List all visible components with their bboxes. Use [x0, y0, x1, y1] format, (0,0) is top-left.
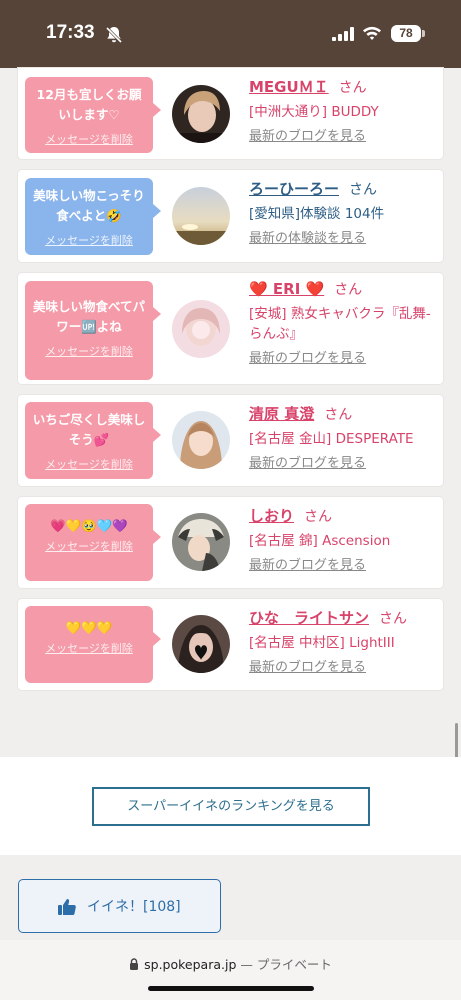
home-indicator — [148, 986, 314, 991]
member-info: しおり さん [名古屋 錦] Ascension 最新のブログを見る — [249, 506, 439, 573]
message-text: 美味しい物こっそり食べよと🤣 — [33, 188, 145, 223]
shop-label: [名古屋 金山] DESPERATE — [249, 431, 414, 447]
member-name-link[interactable]: ろーひーろー — [249, 180, 339, 198]
shop-label: [名古屋 錦] Ascension — [249, 533, 391, 549]
message-card: 美味しい物こっそり食べよと🤣 メッセージを削除 ろーひーろー さん [愛知県]体験… — [18, 170, 443, 262]
member-name-link[interactable]: ひな ライトサン — [249, 609, 369, 627]
message-card: 💛💛💛 メッセージを削除 ひな ライトサン さん [名古屋 中村区] LightI… — [18, 599, 443, 690]
cellular-signal-icon — [332, 27, 354, 41]
message-text: 美味しい物食べてパワー🆙よね — [32, 299, 145, 334]
member-info: ひな ライトサン さん [名古屋 中村区] LightIII 最新のブログを見る — [249, 608, 439, 675]
latest-blog-link[interactable]: 最新のブログを見る — [249, 125, 366, 144]
latest-review-link[interactable]: 最新の体験談を見る — [249, 227, 366, 246]
delete-message-link[interactable]: メッセージを削除 — [25, 640, 153, 656]
super-iine-ranking-button[interactable]: スーパーイイネのランキングを見る — [92, 787, 370, 826]
shop-label: [安城] 熟女キャバクラ『乱舞-らんぶ』 — [249, 306, 431, 342]
delete-message-link[interactable]: メッセージを削除 — [25, 232, 153, 248]
avatar[interactable] — [172, 300, 230, 358]
delete-message-link[interactable]: メッセージを削除 — [25, 131, 153, 147]
message-text: いちご尽くし美味しそう💕 — [32, 412, 146, 447]
url-private-label: — プライベート — [236, 957, 332, 972]
message-bubble: 12月も宜しくお願いします♡ メッセージを削除 — [25, 77, 161, 153]
shop-label: [中洲大通り] BUDDY — [249, 104, 379, 120]
message-bubble: 💛💛💛 メッセージを削除 — [25, 606, 161, 683]
honorific: さん — [338, 80, 367, 96]
bell-muted-icon — [105, 26, 123, 44]
message-bubble: いちご尽くし美味しそう💕 メッセージを削除 — [25, 402, 161, 479]
honorific: さん — [334, 282, 363, 298]
message-text: 12月も宜しくお願いします♡ — [36, 87, 142, 122]
message-card: 12月も宜しくお願いします♡ メッセージを削除 MEGUＭＩ さん [中洲大通り]… — [18, 68, 443, 159]
delete-message-link[interactable]: メッセージを削除 — [25, 456, 153, 472]
avatar[interactable] — [172, 513, 230, 571]
message-bubble: 💗💛🥹🩵💜 メッセージを削除 — [25, 504, 161, 581]
browser-url-bar[interactable]: sp.pokepara.jp — プライベート — [0, 940, 461, 1000]
url-display[interactable]: sp.pokepara.jp — プライベート — [0, 954, 461, 973]
avatar[interactable] — [172, 85, 230, 143]
member-name-link[interactable]: 清原 真澄 — [249, 405, 314, 423]
delete-message-link[interactable]: メッセージを削除 — [25, 343, 153, 359]
lock-icon — [130, 958, 139, 970]
battery-nub — [422, 30, 425, 37]
iine-label: イイネ！[108] — [87, 899, 181, 915]
member-info: MEGUＭＩ さん [中洲大通り] BUDDY 最新のブログを見る — [249, 77, 439, 144]
message-bubble: 美味しい物食べてパワー🆙よね メッセージを削除 — [25, 281, 161, 380]
honorific: さん — [304, 509, 333, 525]
member-name-link[interactable]: ❤️ ERI ❤️ — [249, 280, 324, 298]
latest-blog-link[interactable]: 最新のブログを見る — [249, 452, 366, 471]
url-domain: sp.pokepara.jp — [144, 957, 237, 972]
avatar[interactable] — [172, 187, 230, 245]
member-info: ❤️ ERI ❤️ さん [安城] 熟女キャバクラ『乱舞-らんぶ』 最新のブログを… — [249, 279, 439, 366]
message-text: 💗💛🥹🩵💜 — [50, 518, 128, 533]
honorific: さん — [379, 611, 408, 627]
latest-blog-link[interactable]: 最新のブログを見る — [249, 656, 366, 675]
iine-button[interactable]: イイネ！[108] — [18, 879, 221, 933]
shop-label: [名古屋 中村区] LightIII — [249, 635, 395, 651]
status-time: 17:33 — [46, 22, 95, 43]
member-info: ろーひーろー さん [愛知県]体験談 104件 最新の体験談を見る — [249, 179, 439, 246]
shop-label: [愛知県]体験談 104件 — [249, 206, 385, 222]
member-name-link[interactable]: MEGUＭＩ — [249, 78, 329, 96]
message-card: いちご尽くし美味しそう💕 メッセージを削除 清原 真澄 さん [名古屋 金山] D… — [18, 395, 443, 486]
message-text: 💛💛💛 — [65, 620, 113, 635]
battery-indicator: 78 — [391, 25, 421, 42]
message-bubble: 美味しい物こっそり食べよと🤣 メッセージを削除 — [25, 178, 161, 255]
avatar[interactable] — [172, 411, 230, 469]
honorific: さん — [324, 407, 353, 423]
member-name-link[interactable]: しおり — [249, 507, 294, 525]
avatar[interactable] — [172, 615, 230, 673]
thumbs-up-icon — [58, 899, 76, 915]
status-bar: 17:33 78 — [0, 0, 461, 68]
message-card: 美味しい物食べてパワー🆙よね メッセージを削除 ❤️ ERI ❤️ さん [安城]… — [18, 273, 443, 384]
latest-blog-link[interactable]: 最新のブログを見る — [249, 347, 366, 366]
delete-message-link[interactable]: メッセージを削除 — [25, 538, 153, 554]
message-card: 💗💛🥹🩵💜 メッセージを削除 しおり さん [名古屋 錦] Ascension 最… — [18, 497, 443, 588]
ranking-section: スーパーイイネのランキングを見る — [0, 757, 461, 855]
wifi-icon — [363, 26, 381, 40]
honorific: さん — [349, 182, 378, 198]
super-iine-message-list: 12月も宜しくお願いします♡ メッセージを削除 MEGUＭＩ さん [中洲大通り]… — [18, 68, 443, 701]
latest-blog-link[interactable]: 最新のブログを見る — [249, 554, 366, 573]
member-info: 清原 真澄 さん [名古屋 金山] DESPERATE 最新のブログを見る — [249, 404, 439, 471]
